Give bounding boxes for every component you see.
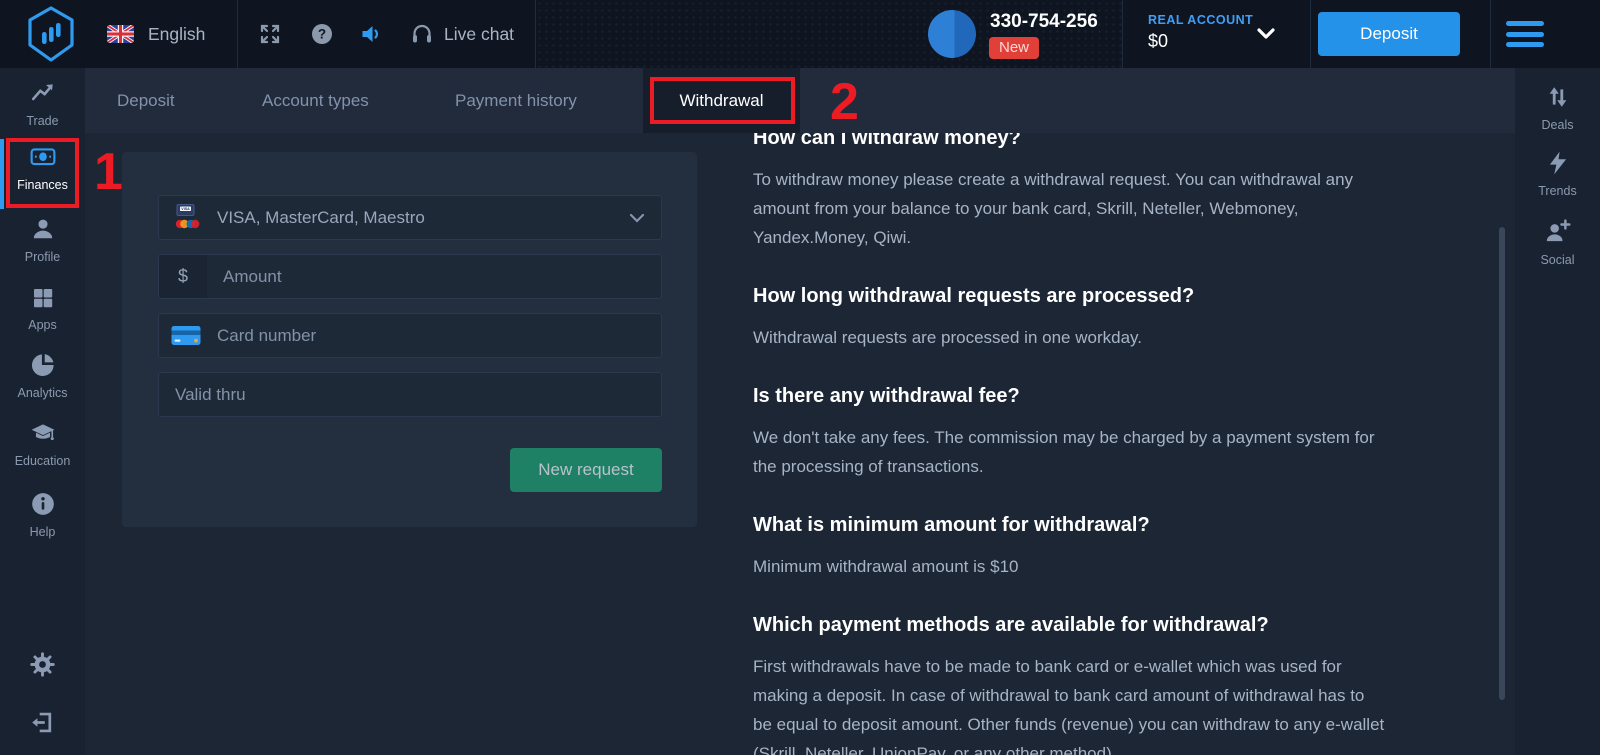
- uk-flag-icon: [107, 25, 134, 43]
- avatar[interactable]: [928, 10, 976, 58]
- payment-method-dropdown[interactable]: VISA VISA, MasterCard, Maestro: [158, 195, 662, 240]
- new-status-badge: New: [989, 37, 1039, 59]
- tab-withdrawal[interactable]: Withdrawal: [643, 68, 800, 133]
- amount-field[interactable]: $: [158, 254, 662, 299]
- content-scrollbar[interactable]: [1499, 227, 1505, 700]
- sidebar-item-apps[interactable]: Apps: [0, 286, 85, 332]
- faq-question: Is there any withdrawal fee?: [753, 383, 1465, 410]
- info-icon: [30, 491, 56, 517]
- card-number-input[interactable]: [217, 314, 661, 357]
- settings-gear-icon[interactable]: [0, 651, 85, 683]
- sidebar-item-social[interactable]: Social: [1515, 218, 1600, 267]
- finances-nav-bar: Deposit Account types Payment history Wi…: [85, 68, 1515, 133]
- currency-symbol: $: [159, 255, 207, 298]
- person-icon: [30, 216, 56, 242]
- tab-deposit[interactable]: Deposit: [117, 68, 175, 133]
- bank-cards-icon: VISA: [171, 204, 201, 231]
- tab-payment-history[interactable]: Payment history: [455, 68, 577, 133]
- sidebar-item-finances[interactable]: Finances: [0, 144, 85, 192]
- left-sidebar: Trade Finances Profile Apps: [0, 68, 85, 755]
- faq-section: How can I withdraw money? To withdraw mo…: [753, 125, 1465, 755]
- menu-hamburger-icon[interactable]: [1506, 21, 1544, 47]
- top-header: English ? Live chat: [0, 0, 1600, 68]
- person-plus-icon: [1544, 218, 1571, 245]
- sidebar-item-help[interactable]: Help: [0, 491, 85, 539]
- sidebar-item-deals[interactable]: Deals: [1515, 84, 1600, 132]
- tab-account-types[interactable]: Account types: [262, 68, 369, 133]
- sound-speaker-icon[interactable]: [360, 22, 384, 51]
- annotation-step-1: 1: [94, 146, 123, 198]
- svg-text:VISA: VISA: [181, 207, 190, 211]
- graduation-cap-icon: [29, 420, 57, 446]
- svg-text:?: ?: [318, 27, 326, 42]
- arrows-up-down-icon: [1545, 84, 1571, 110]
- sidebar-item-profile[interactable]: Profile: [0, 216, 85, 264]
- credit-card-icon: [171, 324, 201, 348]
- account-switch-chevron-icon[interactable]: [1256, 27, 1276, 46]
- valid-thru-field[interactable]: [158, 372, 662, 417]
- card-number-field[interactable]: [158, 313, 662, 358]
- logout-icon[interactable]: [0, 709, 85, 741]
- account-balance: $0: [1148, 31, 1168, 52]
- platform-logo-icon[interactable]: [22, 5, 80, 68]
- faq-answer: We don't take any fees. The commission m…: [753, 423, 1465, 481]
- sidebar-item-education[interactable]: Education: [0, 420, 85, 468]
- trend-up-icon: [30, 80, 56, 106]
- amount-input[interactable]: [223, 255, 661, 298]
- language-selector[interactable]: English: [148, 24, 205, 45]
- live-chat-button[interactable]: Live chat: [444, 24, 514, 45]
- account-id: 330-754-256: [990, 11, 1098, 33]
- sidebar-item-trade[interactable]: Trade: [0, 80, 85, 128]
- faq-question: Which payment methods are available for …: [753, 612, 1465, 639]
- account-type-label: REAL ACCOUNT: [1148, 13, 1253, 27]
- new-request-button[interactable]: New request: [510, 448, 662, 492]
- withdrawal-page: How can I withdraw money? To withdraw mo…: [0, 0, 1600, 755]
- faq-question: What is minimum amount for withdrawal?: [753, 512, 1465, 539]
- banknote-icon: [28, 144, 58, 170]
- faq-question: How long withdrawal requests are process…: [753, 283, 1465, 310]
- deposit-button[interactable]: Deposit: [1318, 12, 1460, 56]
- sidebar-item-analytics[interactable]: Analytics: [0, 352, 85, 400]
- grid-icon: [31, 286, 55, 310]
- pie-chart-icon: [30, 352, 56, 378]
- lightning-icon: [1545, 150, 1571, 176]
- headset-icon: [410, 22, 434, 51]
- fullscreen-icon[interactable]: [258, 22, 282, 51]
- help-question-icon[interactable]: ?: [310, 22, 334, 51]
- payment-method-value: VISA, MasterCard, Maestro: [217, 208, 629, 228]
- faq-answer: First withdrawals have to be made to ban…: [753, 652, 1465, 755]
- right-sidebar: Deals Trends Social: [1515, 68, 1600, 755]
- faq-answer: Withdrawal requests are processed in one…: [753, 323, 1465, 352]
- chevron-down-icon: [629, 213, 645, 223]
- faq-answer: To withdraw money please create a withdr…: [753, 165, 1465, 252]
- valid-thru-input[interactable]: [175, 373, 661, 416]
- faq-answer: Minimum withdrawal amount is $10: [753, 552, 1465, 581]
- sidebar-item-trends[interactable]: Trends: [1515, 150, 1600, 198]
- withdrawal-form-card: VISA VISA, MasterCard, Maestro $: [122, 152, 697, 527]
